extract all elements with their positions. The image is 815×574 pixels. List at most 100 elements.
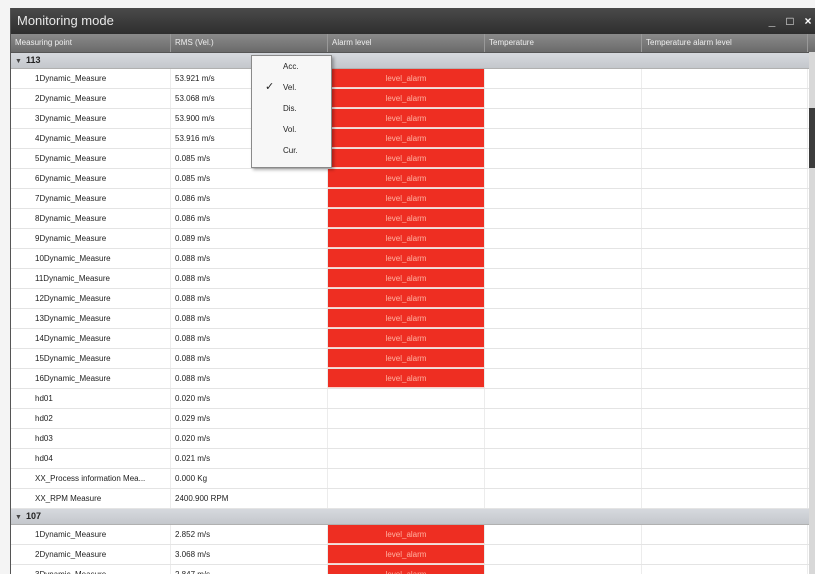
temperature-cell: [485, 269, 642, 288]
temperature-cell: [485, 189, 642, 208]
table-row[interactable]: 2Dynamic_Measure 3.068 m/s level_alarm: [11, 545, 815, 565]
table-row[interactable]: 16Dynamic_Measure 0.088 m/s level_alarm: [11, 369, 815, 389]
rms-cell: 0.020 m/s: [171, 429, 328, 448]
rms-cell: 0.088 m/s: [171, 289, 328, 308]
alarm-level-cell: level_alarm: [328, 169, 485, 188]
temperature-alarm-cell: [642, 129, 808, 148]
table-row[interactable]: 6Dynamic_Measure 0.085 m/s level_alarm: [11, 169, 815, 189]
temperature-alarm-cell: [642, 289, 808, 308]
rms-cell: 0.088 m/s: [171, 249, 328, 268]
temperature-alarm-cell: [642, 349, 808, 368]
alarm-level-cell: level_alarm: [328, 89, 485, 108]
temperature-cell: [485, 89, 642, 108]
table-row[interactable]: 3Dynamic_Measure2.847 m/slevel_alarm: [11, 565, 815, 574]
alarm-level-cell: level_alarm: [328, 229, 485, 248]
table-row[interactable]: 8Dynamic_Measure 0.086 m/s level_alarm: [11, 209, 815, 229]
table-row[interactable]: 1Dynamic_Measure 2.852 m/s level_alarm: [11, 525, 815, 545]
column-header-temperature-alarm-level[interactable]: Temperature alarm level: [642, 34, 808, 52]
table-row[interactable]: 9Dynamic_Measure 0.089 m/s level_alarm: [11, 229, 815, 249]
title-bar[interactable]: Monitoring mode _ □ ×: [11, 8, 815, 34]
rms-cell: 0.088 m/s: [171, 369, 328, 388]
table-row[interactable]: hd03 0.020 m/s: [11, 429, 815, 449]
scrollbar-thumb[interactable]: [809, 108, 815, 168]
table-row[interactable]: 13Dynamic_Measure 0.088 m/s level_alarm: [11, 309, 815, 329]
alarm-level-cell: level_alarm: [328, 525, 485, 544]
temperature-alarm-cell: [642, 429, 808, 448]
measuring-point-cell: hd02: [11, 409, 171, 428]
table-row[interactable]: 14Dynamic_Measure 0.088 m/s level_alarm: [11, 329, 815, 349]
alarm-level-cell: level_alarm: [328, 149, 485, 168]
temperature-cell: [485, 169, 642, 188]
alarm-level-cell: level_alarm: [328, 69, 485, 88]
measuring-point-cell: 7Dynamic_Measure: [11, 189, 171, 208]
column-header-rms[interactable]: RMS (Vel.): [171, 34, 328, 52]
alarm-level-cell: level_alarm: [328, 369, 485, 388]
temperature-cell: [485, 109, 642, 128]
alarm-level-cell: level_alarm: [328, 289, 485, 308]
measuring-point-cell: 5Dynamic_Measure: [11, 149, 171, 168]
measuring-point-cell: 2Dynamic_Measure: [11, 89, 171, 108]
temperature-cell: [485, 329, 642, 348]
table-row[interactable]: hd04 0.021 m/s: [11, 449, 815, 469]
unit-menu-item[interactable]: Cur.: [252, 140, 331, 161]
rms-cell: 0.088 m/s: [171, 329, 328, 348]
table-row[interactable]: 3Dynamic_Measure 53.900 m/s level_alarm: [11, 109, 815, 129]
window-title: Monitoring mode: [17, 13, 114, 28]
table-row[interactable]: hd02 0.029 m/s: [11, 409, 815, 429]
table-row[interactable]: 2Dynamic_Measure 53.068 m/s level_alarm: [11, 89, 815, 109]
column-header-alarm-level[interactable]: Alarm level: [328, 34, 485, 52]
temperature-cell: [485, 309, 642, 328]
group-header[interactable]: ▼ 113: [11, 53, 815, 69]
column-header-temperature[interactable]: Temperature: [485, 34, 642, 52]
window-controls: _ □ ×: [766, 8, 814, 34]
temperature-cell: [485, 409, 642, 428]
group-header[interactable]: ▼ 107: [11, 509, 815, 525]
rms-cell: 0.088 m/s: [171, 309, 328, 328]
temperature-cell: [485, 545, 642, 564]
table-row[interactable]: 15Dynamic_Measure 0.088 m/s level_alarm: [11, 349, 815, 369]
vertical-scrollbar[interactable]: [809, 52, 815, 574]
temperature-cell: [485, 229, 642, 248]
collapse-triangle-icon[interactable]: ▼: [15, 58, 22, 65]
unit-menu-item[interactable]: ✓ Vel.: [252, 77, 331, 98]
rms-cell: 2.847 m/s: [171, 565, 328, 574]
alarm-level-cell: [328, 469, 485, 488]
collapse-triangle-icon[interactable]: ▼: [15, 514, 22, 521]
measuring-point-cell: 2Dynamic_Measure: [11, 545, 171, 564]
monitoring-window: Monitoring mode _ □ × Measuring point RM…: [10, 8, 815, 574]
table-row[interactable]: 7Dynamic_Measure 0.086 m/s level_alarm: [11, 189, 815, 209]
measuring-point-cell: 8Dynamic_Measure: [11, 209, 171, 228]
table-row[interactable]: 5Dynamic_Measure 0.085 m/s level_alarm: [11, 149, 815, 169]
table-row[interactable]: 1Dynamic_Measure 53.921 m/s level_alarm: [11, 69, 815, 89]
alarm-level-cell: level_alarm: [328, 129, 485, 148]
unit-menu-item[interactable]: Vol.: [252, 119, 331, 140]
table-row[interactable]: XX_RPM Measure 2400.900 RPM: [11, 489, 815, 509]
table-row[interactable]: 11Dynamic_Measure 0.088 m/s level_alarm: [11, 269, 815, 289]
column-header-measuring-point[interactable]: Measuring point: [11, 34, 171, 52]
group-name: 113: [25, 55, 41, 65]
measuring-point-cell: 11Dynamic_Measure: [11, 269, 171, 288]
temperature-alarm-cell: [642, 109, 808, 128]
maximize-button[interactable]: □: [784, 8, 796, 34]
temperature-alarm-cell: [642, 329, 808, 348]
table-row[interactable]: 4Dynamic_Measure 53.916 m/s level_alarm: [11, 129, 815, 149]
rms-cell: 0.086 m/s: [171, 189, 328, 208]
rms-cell: 2400.900 RPM: [171, 489, 328, 508]
table-row[interactable]: 10Dynamic_Measure 0.088 m/s level_alarm: [11, 249, 815, 269]
table-header: Measuring point RMS (Vel.) Alarm level T…: [11, 34, 815, 53]
rms-cell: 0.086 m/s: [171, 209, 328, 228]
unit-menu-item[interactable]: Acc.: [252, 56, 331, 77]
measuring-point-cell: 1Dynamic_Measure: [11, 69, 171, 88]
temperature-cell: [485, 449, 642, 468]
close-button[interactable]: ×: [802, 8, 814, 34]
measuring-point-cell: 3Dynamic_Measure: [11, 565, 171, 574]
unit-context-menu: Acc. ✓ Vel. Dis. Vol. Cur.: [251, 55, 332, 168]
unit-menu-item[interactable]: Dis.: [252, 98, 331, 119]
table-row[interactable]: 12Dynamic_Measure 0.088 m/s level_alarm: [11, 289, 815, 309]
rms-cell: 0.000 Kg: [171, 469, 328, 488]
temperature-alarm-cell: [642, 469, 808, 488]
table-row[interactable]: XX_Process information Mea... 0.000 Kg: [11, 469, 815, 489]
alarm-level-cell: level_alarm: [328, 249, 485, 268]
minimize-button[interactable]: _: [766, 8, 778, 34]
table-row[interactable]: hd01 0.020 m/s: [11, 389, 815, 409]
